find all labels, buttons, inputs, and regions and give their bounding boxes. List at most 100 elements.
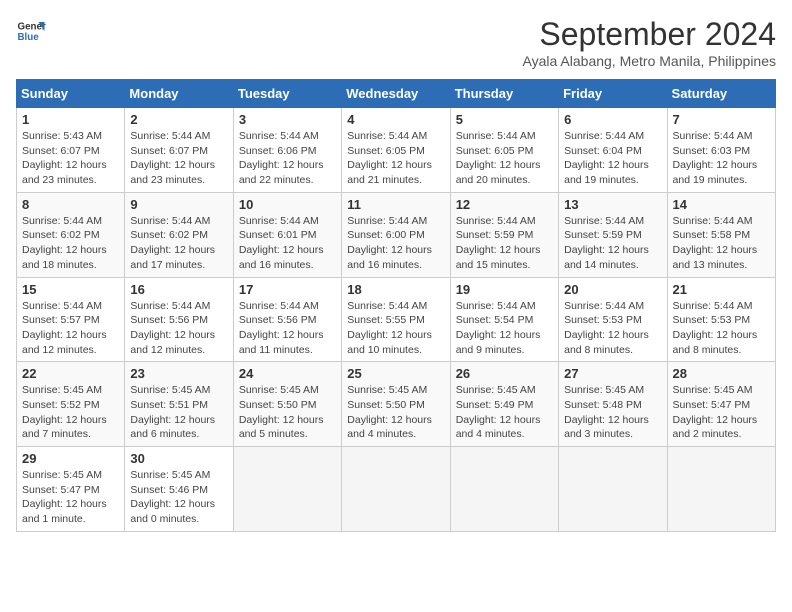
info-w1-6: Sunrise: 5:44 AMSunset: 5:58 PMDaylight:… [673,214,770,273]
cell-w2-0: 15 Sunrise: 5:44 AMSunset: 5:57 PMDayligh… [17,277,125,362]
cell-w2-3: 18 Sunrise: 5:44 AMSunset: 5:55 PMDayligh… [342,277,450,362]
date-w1-0: 8 [22,197,119,212]
info-w3-4: Sunrise: 5:45 AMSunset: 5:49 PMDaylight:… [456,383,553,442]
week-row-0: 1 Sunrise: 5:43 AMSunset: 6:07 PMDaylight… [17,108,776,193]
cell-w1-5: 13 Sunrise: 5:44 AMSunset: 5:59 PMDayligh… [559,192,667,277]
cell-w3-3: 25Sunrise: 5:45 AMSunset: 5:50 PMDayligh… [342,362,450,447]
info-w1-3: Sunrise: 5:44 AMSunset: 6:00 PMDaylight:… [347,214,444,273]
info-w4-1: Sunrise: 5:45 AMSunset: 5:46 PMDaylight:… [130,468,227,527]
date-w1-2: 10 [239,197,336,212]
date-w2-2: 17 [239,282,336,297]
date-w0-6: 7 [673,112,770,127]
header-friday: Friday [559,80,667,108]
info-w2-3: Sunrise: 5:44 AMSunset: 5:55 PMDaylight:… [347,299,444,358]
cell-w4-3 [342,447,450,532]
week-row-3: 22Sunrise: 5:45 AMSunset: 5:52 PMDayligh… [17,362,776,447]
info-w1-0: Sunrise: 5:44 AMSunset: 6:02 PMDaylight:… [22,214,119,273]
date-w3-1: 23 [130,366,227,381]
week-row-2: 15 Sunrise: 5:44 AMSunset: 5:57 PMDayligh… [17,277,776,362]
cell-w2-1: 16 Sunrise: 5:44 AMSunset: 5:56 PMDayligh… [125,277,233,362]
cell-1: 1 Sunrise: 5:43 AMSunset: 6:07 PMDaylight… [17,108,125,193]
date-w2-1: 16 [130,282,227,297]
info-w3-6: Sunrise: 5:45 AMSunset: 5:47 PMDaylight:… [673,383,770,442]
date-w1-4: 12 [456,197,553,212]
cell-w3-5: 27 Sunrise: 5:45 AMSunset: 5:48 PMDayligh… [559,362,667,447]
info-w3-5: Sunrise: 5:45 AMSunset: 5:48 PMDaylight:… [564,383,661,442]
date-w2-3: 18 [347,282,444,297]
date-w0-3: 4 [347,112,444,127]
date-w2-4: 19 [456,282,553,297]
cell-w3-6: 28 Sunrise: 5:45 AMSunset: 5:47 PMDayligh… [667,362,775,447]
header-thursday: Thursday [450,80,558,108]
date-w4-0: 29 [22,451,119,466]
info-w2-1: Sunrise: 5:44 AMSunset: 5:56 PMDaylight:… [130,299,227,358]
info-w2-4: Sunrise: 5:44 AMSunset: 5:54 PMDaylight:… [456,299,553,358]
cell-w3-1: 23 Sunrise: 5:45 AMSunset: 5:51 PMDayligh… [125,362,233,447]
date-w2-5: 20 [564,282,661,297]
cell-w1-2: 10 Sunrise: 5:44 AMSunset: 6:01 PMDayligh… [233,192,341,277]
cell-w2-5: 20 Sunrise: 5:44 AMSunset: 5:53 PMDayligh… [559,277,667,362]
info-w3-2: Sunrise: 5:45 AMSunset: 5:50 PMDaylight:… [239,383,336,442]
info-w0-5: Sunrise: 5:44 AMSunset: 6:04 PMDaylight:… [564,129,661,188]
info-w1-5: Sunrise: 5:44 AMSunset: 5:59 PMDaylight:… [564,214,661,273]
info-w1-4: Sunrise: 5:44 AMSunset: 5:59 PMDaylight:… [456,214,553,273]
date-w3-5: 27 [564,366,661,381]
cell-w4-1: 30 Sunrise: 5:45 AMSunset: 5:46 PMDayligh… [125,447,233,532]
header: General Blue September 2024 Ayala Alaban… [16,16,776,69]
date-w2-0: 15 [22,282,119,297]
cell-w0-2: 3Sunrise: 5:44 AMSunset: 6:06 PMDaylight… [233,108,341,193]
cell-w0-6: 7 Sunrise: 5:44 AMSunset: 6:03 PMDaylight… [667,108,775,193]
date-w1-5: 13 [564,197,661,212]
cell-w4-2 [233,447,341,532]
header-monday: Monday [125,80,233,108]
date-1: 1 [22,112,119,127]
info-w0-3: Sunrise: 5:44 AMSunset: 6:05 PMDaylight:… [347,129,444,188]
header-row: Sunday Monday Tuesday Wednesday Thursday… [17,80,776,108]
cell-w3-2: 24Sunrise: 5:45 AMSunset: 5:50 PMDayligh… [233,362,341,447]
svg-text:Blue: Blue [18,32,40,43]
info-w0-2: Sunrise: 5:44 AMSunset: 6:06 PMDaylight:… [239,129,336,188]
date-w4-1: 30 [130,451,227,466]
cell-w1-6: 14 Sunrise: 5:44 AMSunset: 5:58 PMDayligh… [667,192,775,277]
info-w0-6: Sunrise: 5:44 AMSunset: 6:03 PMDaylight:… [673,129,770,188]
date-w0-1: 2 [130,112,227,127]
cell-w0-4: 5Sunrise: 5:44 AMSunset: 6:05 PMDaylight… [450,108,558,193]
cell-w2-4: 19 Sunrise: 5:44 AMSunset: 5:54 PMDayligh… [450,277,558,362]
cell-w1-4: 12 Sunrise: 5:44 AMSunset: 5:59 PMDayligh… [450,192,558,277]
info-w1-2: Sunrise: 5:44 AMSunset: 6:01 PMDaylight:… [239,214,336,273]
header-wednesday: Wednesday [342,80,450,108]
cell-w4-5 [559,447,667,532]
title-area: September 2024 Ayala Alabang, Metro Mani… [523,16,776,69]
cell-w1-1: 9 Sunrise: 5:44 AMSunset: 6:02 PMDaylight… [125,192,233,277]
info-w3-1: Sunrise: 5:45 AMSunset: 5:51 PMDaylight:… [130,383,227,442]
date-w3-6: 28 [673,366,770,381]
info-w2-0: Sunrise: 5:44 AMSunset: 5:57 PMDaylight:… [22,299,119,358]
cell-w4-0: 29 Sunrise: 5:45 AMSunset: 5:47 PMDayligh… [17,447,125,532]
cell-w0-5: 6 Sunrise: 5:44 AMSunset: 6:04 PMDaylight… [559,108,667,193]
info-w3-3: Sunrise: 5:45 AMSunset: 5:50 PMDaylight:… [347,383,444,442]
cell-w0-3: 4 Sunrise: 5:44 AMSunset: 6:05 PMDaylight… [342,108,450,193]
cell-w2-2: 17 Sunrise: 5:44 AMSunset: 5:56 PMDayligh… [233,277,341,362]
info-w2-2: Sunrise: 5:44 AMSunset: 5:56 PMDaylight:… [239,299,336,358]
calendar-subtitle: Ayala Alabang, Metro Manila, Philippines [523,53,776,69]
week-row-4: 29 Sunrise: 5:45 AMSunset: 5:47 PMDayligh… [17,447,776,532]
logo: General Blue [16,16,46,46]
date-w0-5: 6 [564,112,661,127]
info-w1-1: Sunrise: 5:44 AMSunset: 6:02 PMDaylight:… [130,214,227,273]
date-w1-6: 14 [673,197,770,212]
header-sunday: Sunday [17,80,125,108]
info-1: Sunrise: 5:43 AMSunset: 6:07 PMDaylight:… [22,129,119,188]
header-saturday: Saturday [667,80,775,108]
calendar-title: September 2024 [523,16,776,53]
cell-w3-0: 22Sunrise: 5:45 AMSunset: 5:52 PMDayligh… [17,362,125,447]
cell-w0-1: 2 Sunrise: 5:44 AMSunset: 6:07 PMDaylight… [125,108,233,193]
header-tuesday: Tuesday [233,80,341,108]
info-w2-5: Sunrise: 5:44 AMSunset: 5:53 PMDaylight:… [564,299,661,358]
date-w1-1: 9 [130,197,227,212]
date-w3-4: 26 [456,366,553,381]
info-w4-0: Sunrise: 5:45 AMSunset: 5:47 PMDaylight:… [22,468,119,527]
info-w0-1: Sunrise: 5:44 AMSunset: 6:07 PMDaylight:… [130,129,227,188]
cell-w4-4 [450,447,558,532]
date-w3-0: 22 [22,366,119,381]
date-w0-4: 5 [456,112,553,127]
